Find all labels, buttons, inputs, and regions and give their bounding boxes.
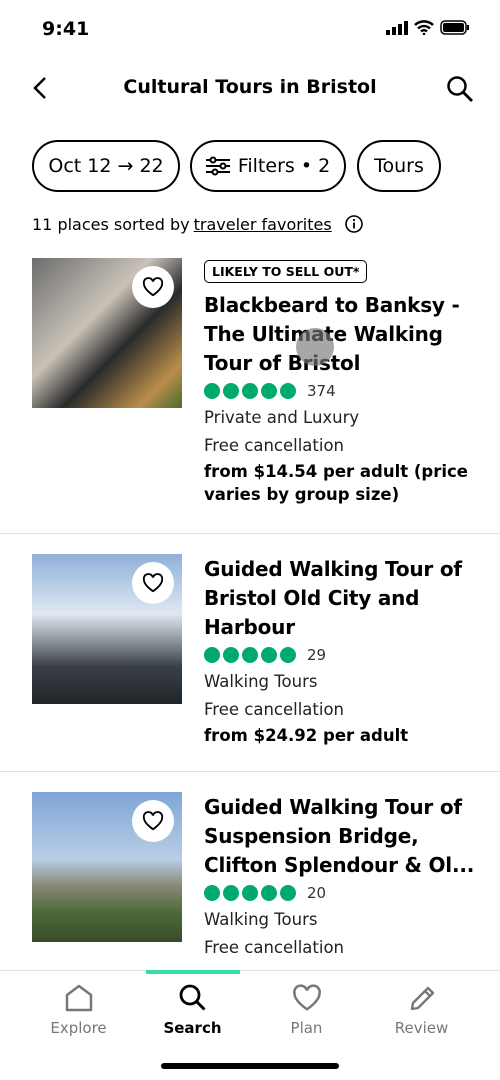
- tours-label: Tours: [374, 155, 424, 177]
- category: Walking Tours: [204, 910, 318, 929]
- tour-title[interactable]: Guided Walking Tour of Suspension Bridge…: [204, 793, 484, 880]
- rating-dot: [242, 647, 258, 663]
- rating-dot: [280, 885, 296, 901]
- rating-dot: [223, 647, 239, 663]
- tab-label: Review: [394, 1019, 449, 1037]
- review-count: 374: [307, 382, 336, 400]
- rating-dot: [204, 647, 220, 663]
- active-tab-indicator: [146, 970, 240, 974]
- cancellation: Free cancellation: [204, 938, 345, 957]
- heart-icon: [142, 277, 164, 297]
- rating-dot: [261, 885, 277, 901]
- rating: 29: [204, 642, 484, 668]
- filters-chip[interactable]: Filters • 2: [190, 140, 346, 192]
- tab-label: Explore: [50, 1019, 107, 1037]
- sort-link[interactable]: traveler favorites: [194, 215, 332, 234]
- tab-review[interactable]: Review: [359, 983, 484, 1037]
- rating-dot: [204, 885, 220, 901]
- price: from $14.54 per adult (price varies by g…: [204, 462, 468, 504]
- rating: 374: [204, 378, 484, 404]
- tab-bar: Explore Search Plan Review: [0, 970, 500, 1080]
- rating-dot: [280, 383, 296, 399]
- tour-title[interactable]: Blackbeard to Banksy - The Ultimate Walk…: [204, 291, 484, 378]
- info-icon[interactable]: [344, 214, 364, 234]
- rating-dot: [223, 885, 239, 901]
- tab-label: Plan: [290, 1019, 323, 1037]
- search-icon[interactable]: [446, 75, 474, 103]
- sell-out-badge: LIKELY TO SELL OUT*: [204, 260, 368, 283]
- dates-chip[interactable]: Oct 12 → 22: [32, 140, 180, 192]
- wifi-icon: [414, 20, 434, 35]
- cancellation: Free cancellation: [204, 700, 345, 719]
- rating-dot: [242, 885, 258, 901]
- divider: [0, 771, 500, 772]
- heart-icon: [142, 573, 164, 593]
- review-count: 20: [307, 884, 327, 902]
- rating-dot: [280, 647, 296, 663]
- battery-icon: [440, 20, 469, 35]
- filters-icon: [205, 156, 230, 176]
- signal-icon: [386, 20, 408, 35]
- rating-dot: [223, 383, 239, 399]
- touch-indicator: [296, 328, 334, 366]
- tours-chip[interactable]: Tours: [357, 140, 441, 192]
- tab-plan[interactable]: Plan: [244, 983, 369, 1037]
- sort-summary: 11 places sorted by traveler favorites: [32, 214, 364, 234]
- save-button[interactable]: [132, 800, 174, 842]
- page-title: Cultural Tours in Bristol: [123, 76, 377, 98]
- tour-title[interactable]: Guided Walking Tour of Bristol Old City …: [204, 555, 484, 642]
- heart-icon: [142, 811, 164, 831]
- sort-prefix: 11 places sorted by: [32, 214, 190, 234]
- save-button[interactable]: [132, 266, 174, 308]
- save-button[interactable]: [132, 562, 174, 604]
- status-icons: [386, 20, 470, 35]
- status-time: 9:41: [42, 18, 90, 40]
- filters-label: Filters • 2: [237, 155, 331, 177]
- tour-image: [32, 792, 182, 942]
- heart-icon: [292, 984, 321, 1011]
- category: Private and Luxury: [204, 408, 360, 427]
- tab-explore[interactable]: Explore: [16, 983, 141, 1037]
- rating-dot: [261, 647, 277, 663]
- category: Walking Tours: [204, 672, 318, 691]
- home-icon: [65, 984, 92, 1012]
- rating: 20: [204, 880, 484, 906]
- search-icon: [179, 984, 206, 1011]
- rating-dot: [204, 383, 220, 399]
- rating-dot: [242, 383, 258, 399]
- review-count: 29: [307, 646, 327, 664]
- rating-dot: [261, 383, 277, 399]
- tab-label: Search: [163, 1019, 222, 1037]
- tour-image: [32, 554, 182, 704]
- pencil-icon: [410, 986, 434, 1011]
- cancellation: Free cancellation: [204, 436, 345, 455]
- price: from $24.92 per adult: [204, 726, 409, 745]
- home-indicator: [161, 1063, 339, 1069]
- divider: [0, 533, 500, 534]
- tour-image: [32, 258, 182, 408]
- dates-label: Oct 12 → 22: [48, 155, 164, 177]
- tab-search[interactable]: Search: [130, 983, 255, 1037]
